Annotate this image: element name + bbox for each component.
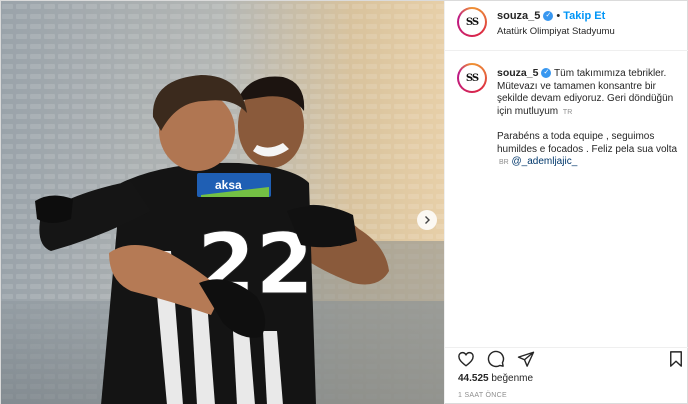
- likes-label: beğenme: [491, 373, 534, 384]
- avatar-monogram: SS: [465, 72, 479, 84]
- verified-badge-icon: ✓: [543, 11, 554, 21]
- post-photo[interactable]: aksa 22: [1, 1, 444, 404]
- next-image-button[interactable]: [417, 210, 437, 230]
- language-tag-tr: TR: [562, 108, 573, 116]
- follow-button[interactable]: Takip Et: [563, 10, 605, 22]
- verified-badge-icon: ✓: [541, 68, 552, 79]
- caption-text: souza_5 ✓ Tüm takımımıza tebrikler. Mütev…: [497, 67, 683, 182]
- language-tag-br: BR: [499, 159, 509, 166]
- mention-link[interactable]: @_ademljajic_: [512, 156, 578, 167]
- caption-avatar[interactable]: SS: [457, 63, 487, 93]
- caption-username-link[interactable]: souza_5: [497, 67, 538, 79]
- location-link[interactable]: Atatürk Olimpiyat Stadyumu: [497, 26, 615, 37]
- post-header: SS souza_5 ✓ • Takip Et Atatürk Olimpiya…: [445, 1, 688, 51]
- avatar-monogram: SS: [465, 16, 479, 28]
- username-link[interactable]: souza_5: [497, 10, 540, 22]
- instagram-post: aksa 22 SS souza_5 ✓ • Takip Et Atatürk …: [0, 0, 688, 404]
- football-celebration-image: aksa 22: [1, 1, 444, 404]
- bookmark-icon[interactable]: [667, 350, 685, 368]
- comment-icon[interactable]: [487, 350, 505, 368]
- next-arrow-icon: [425, 216, 430, 224]
- post-side-panel: SS souza_5 ✓ • Takip Et Atatürk Olimpiya…: [444, 1, 688, 404]
- heart-icon[interactable]: [457, 350, 475, 368]
- jersey-sponsor-text: aksa: [215, 178, 242, 192]
- avatar[interactable]: SS: [457, 7, 487, 37]
- post-timestamp[interactable]: 1 SAAT ÖNCE: [458, 392, 507, 399]
- post-actions: [445, 347, 688, 369]
- share-icon[interactable]: [517, 350, 535, 368]
- likes-count[interactable]: 44.525 beğenme: [458, 373, 533, 384]
- caption-portuguese-text: Parabéns a toda equipe , seguimos humild…: [497, 131, 678, 155]
- separator-dot: •: [556, 10, 561, 22]
- likes-number: 44.525: [458, 373, 489, 384]
